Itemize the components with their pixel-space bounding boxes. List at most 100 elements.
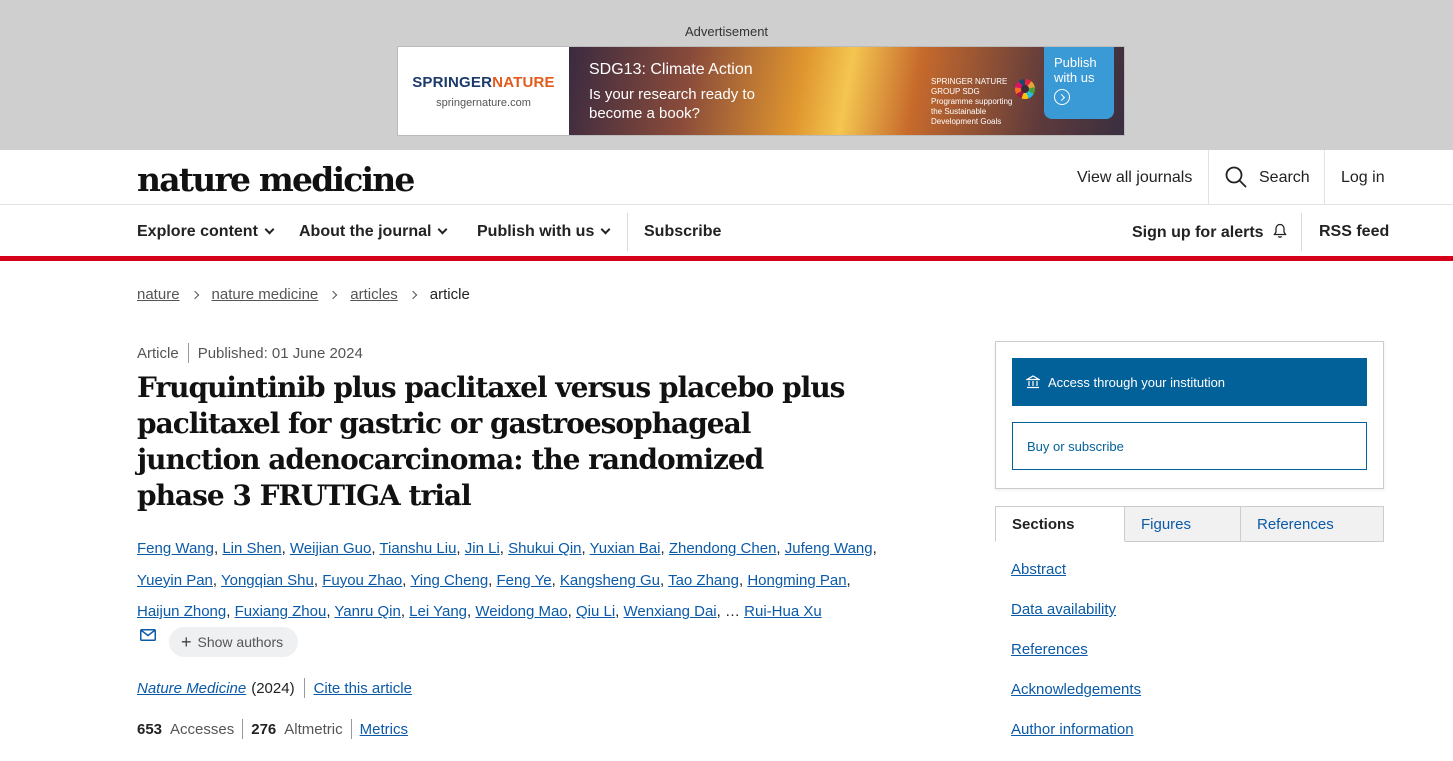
breadcrumb-articles[interactable]: articles: [350, 286, 398, 303]
ad-brand-url: springernature.com: [436, 96, 531, 109]
author-link[interactable]: Lei Yang: [409, 603, 467, 620]
ad-publish-button[interactable]: Publish with us: [1044, 47, 1114, 119]
breadcrumb: nature nature medicine articles article: [137, 286, 470, 303]
article-tabs: Sections Figures References: [995, 506, 1384, 542]
section-link-abstract[interactable]: Abstract: [1011, 561, 1141, 601]
corresponding-author-link[interactable]: Rui-Hua Xu: [744, 603, 822, 620]
section-link-references[interactable]: References: [1011, 641, 1141, 681]
rss-feed-link[interactable]: RSS feed: [1319, 223, 1389, 241]
tab-references[interactable]: References: [1241, 506, 1384, 542]
ad-brand-logo: SPRINGERNATURE: [412, 73, 555, 91]
publish-with-us-menu[interactable]: Publish with us: [477, 223, 611, 241]
nav-divider: [1301, 213, 1302, 251]
metrics-divider: [350, 719, 352, 739]
ad-sdg-programme: SPRINGER NATURE GROUP SDG Programme supp…: [931, 77, 1013, 126]
about-journal-menu[interactable]: About the journal: [299, 223, 448, 241]
author-link[interactable]: Yuxian Bai: [590, 540, 661, 557]
author-link[interactable]: Tao Zhang: [668, 572, 739, 589]
chevron-down-icon: [600, 224, 611, 235]
access-panel: Access through your institution Buy or s…: [995, 341, 1384, 489]
mail-icon[interactable]: [140, 629, 156, 641]
author-link[interactable]: Jin Li: [465, 540, 500, 557]
explore-content-menu[interactable]: Explore content: [137, 223, 275, 241]
advertisement-banner[interactable]: SPRINGERNATURE springernature.com SDG13:…: [397, 46, 1125, 136]
header-divider: [1324, 150, 1325, 205]
plus-icon: +: [181, 631, 192, 652]
author-link[interactable]: Shukui Qin: [508, 540, 581, 557]
header-divider: [1208, 150, 1209, 205]
institution-icon: [1026, 375, 1040, 389]
author-link[interactable]: Ying Cheng: [410, 572, 488, 589]
author-link[interactable]: Feng Wang: [137, 540, 214, 557]
citation-line: Nature Medicine (2024) Cite this article: [137, 678, 412, 698]
login-link[interactable]: Log in: [1341, 169, 1385, 187]
article-meta: Article Published: 01 June 2024: [137, 343, 363, 363]
section-link-acknowledgements[interactable]: Acknowledgements: [1011, 681, 1141, 721]
advertisement-label: Advertisement: [684, 24, 769, 39]
author-link[interactable]: Zhendong Chen: [669, 540, 777, 557]
article-type: Article: [137, 344, 179, 362]
author-link[interactable]: Fuyou Zhao: [322, 572, 402, 589]
search-button[interactable]: Search: [1259, 169, 1310, 187]
journal-link[interactable]: Nature Medicine: [137, 680, 246, 697]
publication-year: (2024): [251, 679, 295, 697]
buy-or-subscribe-label: Buy or subscribe: [1027, 438, 1124, 454]
show-authors-button[interactable]: + Show authors: [169, 627, 298, 657]
publish-date: Published: 01 June 2024: [197, 344, 363, 362]
author-link[interactable]: Yanru Qin: [334, 603, 400, 620]
author-link[interactable]: Yueyin Pan: [137, 572, 213, 589]
author-link[interactable]: Weidong Mao: [475, 603, 567, 620]
author-link[interactable]: Yongqian Shu: [221, 572, 314, 589]
view-all-journals-link[interactable]: View all journals: [1077, 169, 1192, 187]
buy-or-subscribe-button[interactable]: Buy or subscribe: [1012, 422, 1367, 470]
altmetric-count: 276: [251, 720, 277, 738]
breadcrumb-nature[interactable]: nature: [137, 286, 180, 303]
access-institution-label: Access through your institution: [1048, 374, 1226, 390]
accesses-count: 653: [137, 720, 163, 738]
author-link[interactable]: Fuxiang Zhou: [235, 603, 327, 620]
ad-headline: SDG13: Climate Action: [589, 61, 753, 78]
chevron-right-icon: [190, 290, 199, 299]
citation-divider: [303, 678, 305, 698]
author-link[interactable]: Wenxiang Dai: [624, 603, 717, 620]
author-link[interactable]: Tianshu Liu: [379, 540, 456, 557]
sdg-wheel-icon: [1015, 79, 1035, 99]
tab-sections[interactable]: Sections: [995, 506, 1125, 542]
access-institution-button[interactable]: Access through your institution: [1012, 358, 1367, 406]
author-link[interactable]: Weijian Guo: [290, 540, 371, 557]
article-title: Fruquintinib plus paclitaxel versus plac…: [137, 371, 845, 512]
arrow-circle-icon: [1054, 89, 1070, 105]
section-link-author-information[interactable]: Author information: [1011, 721, 1141, 761]
author-ellipsis: …: [724, 603, 740, 620]
meta-divider: [187, 343, 189, 363]
author-link[interactable]: Hongming Pan: [747, 572, 846, 589]
search-icon[interactable]: [1225, 166, 1247, 188]
nav-divider: [627, 213, 628, 251]
author-link[interactable]: Haijun Zhong: [137, 603, 226, 620]
author-link[interactable]: Jufeng Wang: [785, 540, 873, 557]
metrics-divider: [242, 719, 244, 739]
accesses-label: Accesses: [170, 720, 235, 738]
breadcrumb-nature-medicine[interactable]: nature medicine: [212, 286, 319, 303]
author-link[interactable]: Qiu Li: [576, 603, 615, 620]
advertisement-band: Advertisement SPRINGERNATURE springernat…: [0, 0, 1453, 150]
altmetric-label: Altmetric: [284, 720, 343, 738]
tab-figures[interactable]: Figures: [1125, 506, 1241, 542]
author-list: Feng Wang, Lin Shen, Weijian Guo, Tiansh…: [137, 540, 877, 620]
journal-logo[interactable]: nature medicine: [137, 160, 415, 199]
ad-publish-label: Publish with us: [1054, 55, 1097, 85]
article-metrics: 653 Accesses 276 Altmetric Metrics: [137, 719, 408, 739]
show-authors-label: Show authors: [197, 634, 284, 650]
ad-subline: Is your research ready to become a book?: [589, 86, 755, 122]
ad-image-panel[interactable]: SDG13: Climate Action Is your research r…: [569, 47, 1124, 135]
sections-list: Abstract Data availability References Ac…: [1011, 561, 1141, 761]
main-nav: Explore content About the journal Publis…: [0, 205, 1453, 261]
metrics-link[interactable]: Metrics: [360, 721, 408, 738]
cite-article-link[interactable]: Cite this article: [314, 680, 412, 697]
author-link[interactable]: Feng Ye: [497, 572, 552, 589]
section-link-data-availability[interactable]: Data availability: [1011, 601, 1141, 641]
author-link[interactable]: Lin Shen: [222, 540, 281, 557]
author-link[interactable]: Kangsheng Gu: [560, 572, 660, 589]
subscribe-link[interactable]: Subscribe: [644, 223, 721, 241]
alerts-signup-link[interactable]: Sign up for alerts: [1132, 223, 1288, 242]
